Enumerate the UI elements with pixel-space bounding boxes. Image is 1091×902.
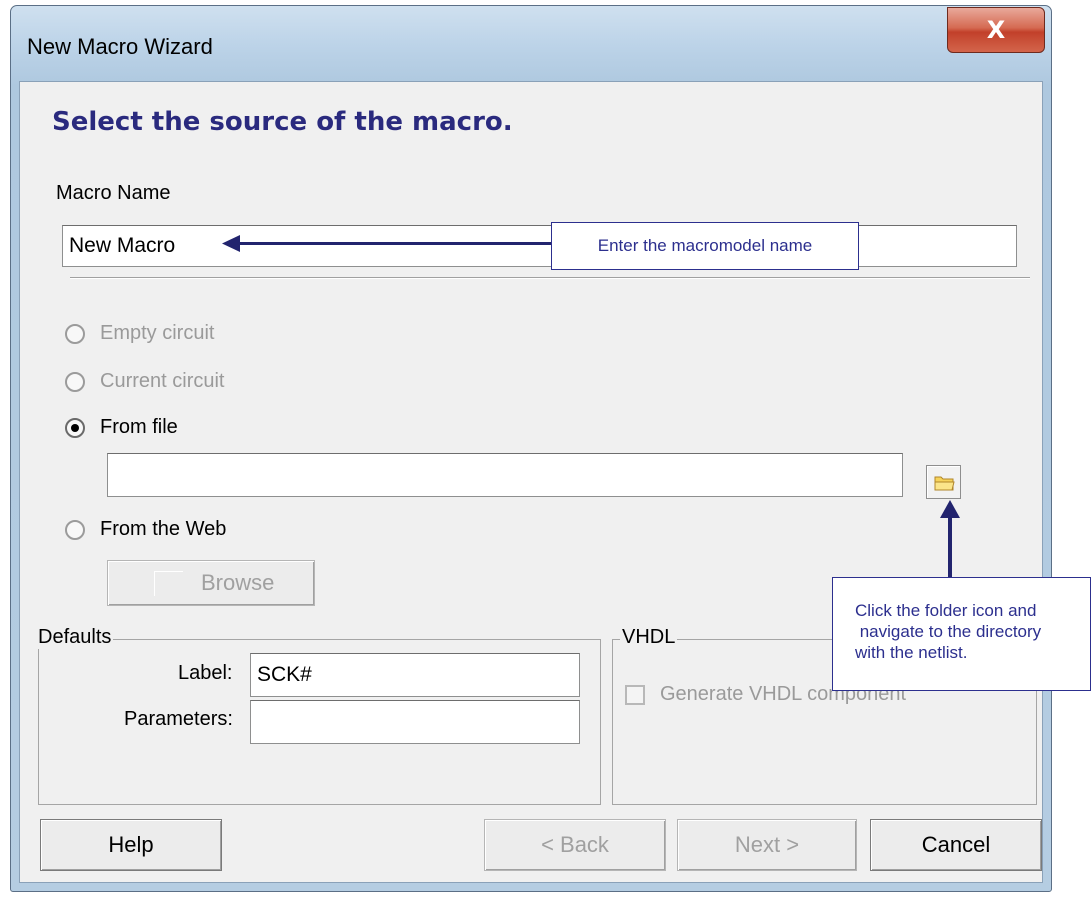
file-path-input[interactable] xyxy=(107,453,903,497)
cancel-button[interactable]: Cancel xyxy=(870,819,1042,871)
page-title: Select the source of the macro. xyxy=(52,107,513,137)
folder-arrow-line xyxy=(948,514,952,578)
radio-empty-circuit-label: Empty circuit xyxy=(100,322,215,344)
defaults-group-title: Defaults xyxy=(36,626,114,649)
close-button[interactable]: X xyxy=(947,7,1045,53)
radio-from-web-label[interactable]: From the Web xyxy=(100,518,226,541)
help-button[interactable]: Help xyxy=(40,819,222,871)
browse-button: Browse xyxy=(107,560,315,606)
back-button: < Back xyxy=(484,819,666,871)
title-bar[interactable]: New Macro Wizard X xyxy=(11,6,1051,81)
wizard-body: Select the source of the macro. Macro Na… xyxy=(19,81,1043,883)
radio-current-circuit xyxy=(65,372,85,392)
folder-browse-button[interactable] xyxy=(926,465,961,499)
wizard-window: New Macro Wizard X Select the source of … xyxy=(10,5,1052,892)
generate-vhdl-checkbox xyxy=(625,685,645,705)
radio-empty-circuit xyxy=(65,324,85,344)
radio-from-file-label[interactable]: From file xyxy=(100,416,178,439)
browse-icon-placeholder xyxy=(154,570,183,596)
macro-name-callout: Enter the macromodel name xyxy=(551,222,859,270)
folder-arrow-head xyxy=(940,500,960,518)
close-icon: X xyxy=(986,16,1006,44)
browse-label: Browse xyxy=(201,570,275,595)
folder-callout-line1: Click the folder icon and xyxy=(855,601,1037,620)
vhdl-group-title: VHDL xyxy=(620,626,678,649)
window-title: New Macro Wizard xyxy=(27,34,213,59)
macro-name-arrow-head xyxy=(222,235,240,252)
macro-name-arrow-line xyxy=(235,242,553,245)
parameters-caption: Parameters: xyxy=(124,708,233,730)
label-caption: Label: xyxy=(178,662,233,684)
radio-from-file[interactable] xyxy=(65,418,85,438)
next-button: Next > xyxy=(677,819,857,871)
label-input[interactable] xyxy=(250,653,580,697)
folder-icon xyxy=(934,476,955,491)
macro-name-input[interactable] xyxy=(62,225,1017,267)
macro-name-label: Macro Name xyxy=(56,182,171,204)
radio-from-web[interactable] xyxy=(65,520,85,540)
folder-callout: Click the folder icon and navigate to th… xyxy=(832,577,1091,691)
folder-callout-line2: navigate to the directory xyxy=(855,622,1042,641)
radio-current-circuit-label: Current circuit xyxy=(100,370,225,392)
parameters-input[interactable] xyxy=(250,700,580,744)
folder-callout-line3: with the netlist. xyxy=(855,643,968,662)
macro-name-callout-text: Enter the macromodel name xyxy=(597,236,813,255)
separator xyxy=(70,277,1030,279)
